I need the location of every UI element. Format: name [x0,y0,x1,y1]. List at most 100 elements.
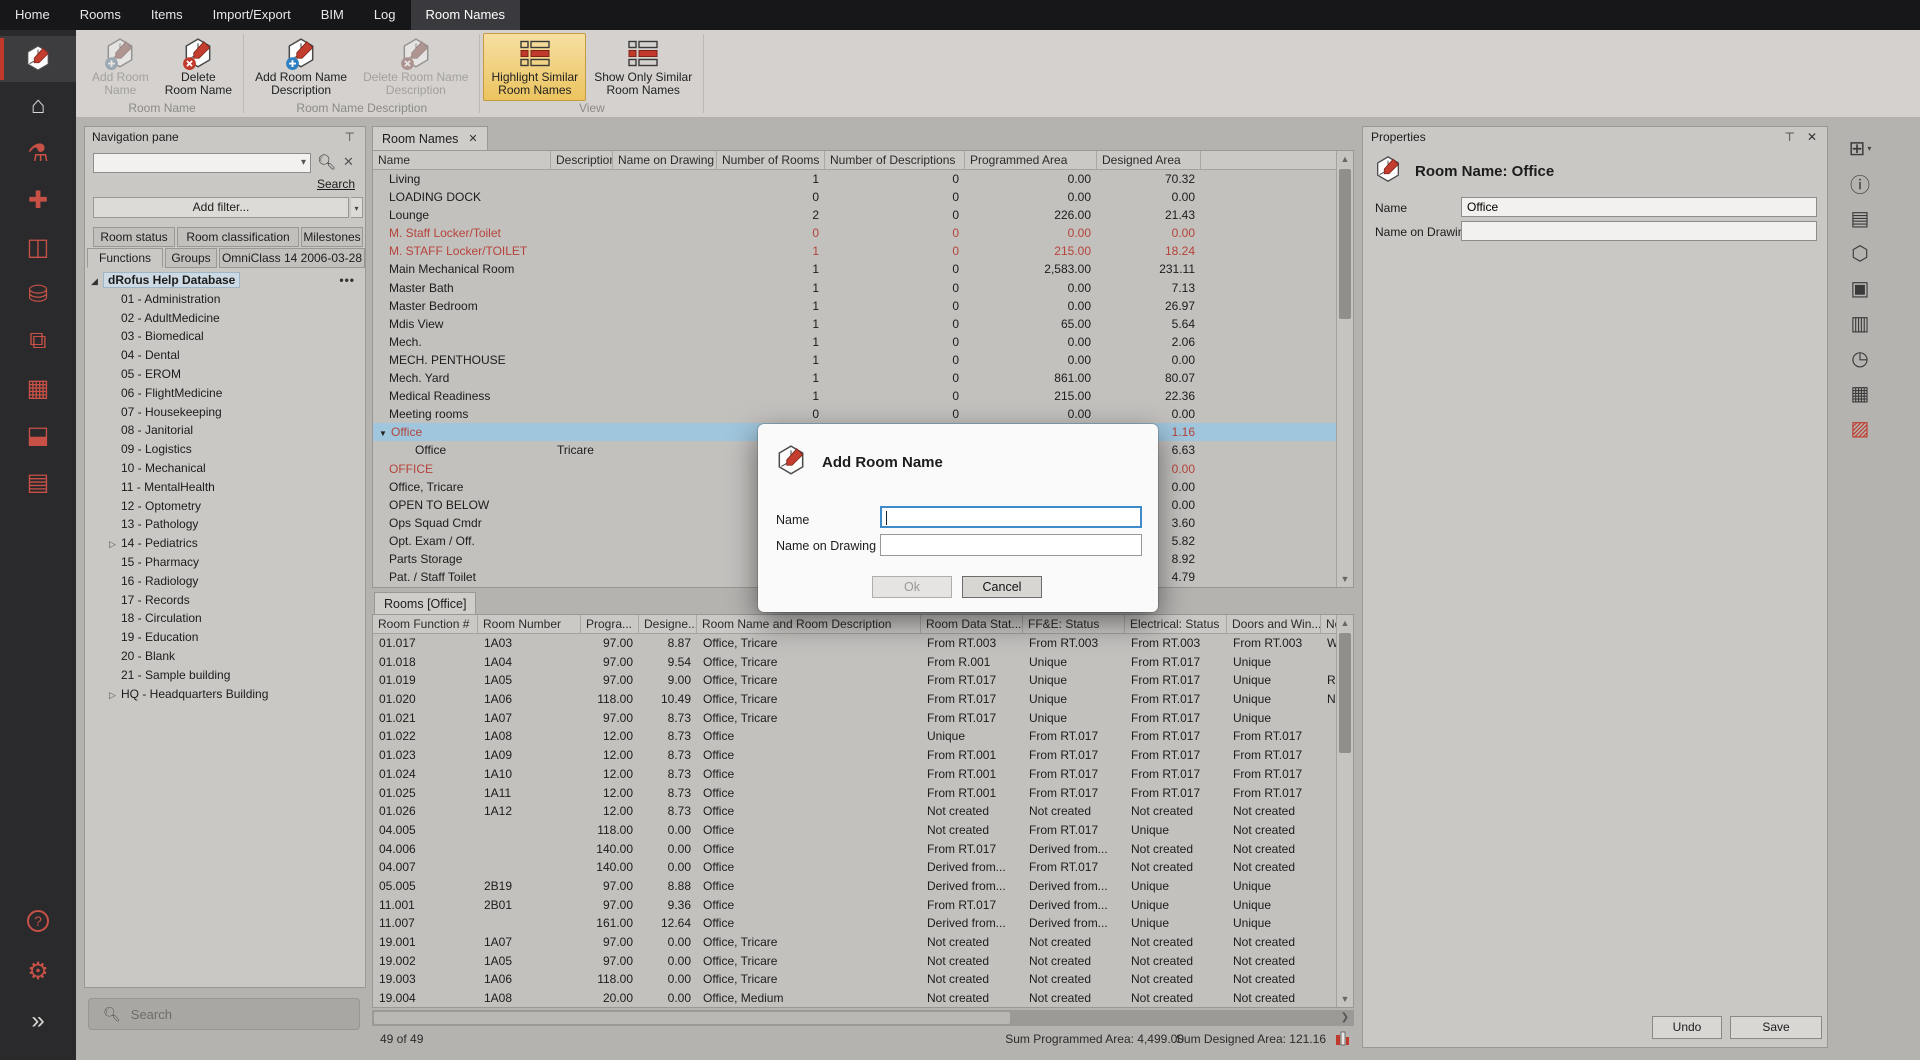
tree-item-01-administration[interactable]: 01 - Administration [85,290,365,309]
table-row[interactable]: Master Bath100.007.13 [373,279,1353,297]
table-row[interactable]: 01.0251A1112.008.73OfficeFrom RT.001From… [373,784,1353,803]
column-header-doors-and-win[interactable]: Doors and Win... [1227,615,1321,633]
menu-item-import-export[interactable]: Import/Export [198,0,306,30]
tree-item-12-optometry[interactable]: 12 - Optometry [85,497,365,516]
add-filter-caret-icon[interactable]: ▾ [351,197,363,218]
tree-item-14-pediatrics[interactable]: ▷14 - Pediatrics [85,534,365,553]
column-header-progra[interactable]: Progra... [581,615,639,633]
table-row[interactable]: Living100.0070.32 [373,170,1353,188]
column-header-name[interactable]: Name [373,151,551,169]
scroll-up-icon[interactable]: ▲ [1337,615,1353,631]
tab-rooms-office[interactable]: Rooms [Office] [374,592,476,614]
scrollbar-thumb[interactable] [1339,633,1351,753]
buildings-icon[interactable]: ⌂ [0,83,76,129]
archive-icon[interactable]: ⬓ [0,412,76,458]
menu-item-items[interactable]: Items [136,0,198,30]
horizontal-scrollbar[interactable]: ❯ [372,1010,1354,1026]
clear-search-icon[interactable]: ✕ [343,154,354,170]
medical-icon[interactable]: ✚ [0,177,76,223]
model-icon[interactable]: ⬡ [1842,237,1878,269]
table-row[interactable]: 19.0021A0597.000.00Office, TricareNot cr… [373,952,1353,971]
column-header-number-of-rooms[interactable]: Number of Rooms [717,151,825,169]
tree-item-07-housekeeping[interactable]: 07 - Housekeeping [85,403,365,422]
search-link[interactable]: Search [317,177,355,191]
ok-button[interactable]: Ok [872,576,952,598]
settings-gear-icon[interactable]: ⚙ [0,948,76,994]
tree-root[interactable]: ◢dRofus Help Database••• [85,271,365,290]
column-header-ff-e-status[interactable]: FF&E: Status [1023,615,1125,633]
column-header-designed-area[interactable]: Designed Area [1097,151,1201,169]
tree-item-03-biomedical[interactable]: 03 - Biomedical [85,327,365,346]
table-row[interactable]: 01.0221A0812.008.73OfficeUniqueFrom RT.0… [373,727,1353,746]
table-row[interactable]: 19.0031A06118.000.00Office, TricareNot c… [373,970,1353,989]
tree-item-17-records[interactable]: 17 - Records [85,591,365,610]
scroll-down-icon[interactable]: ▼ [1337,571,1353,587]
chart-icon[interactable]: ▦ [1842,377,1878,409]
rooms-table-scrollbar[interactable]: ▲ ▼ [1336,615,1353,1007]
table-row[interactable]: Medical Readiness10215.0022.36 [373,387,1353,405]
dialog-name-input[interactable] [880,506,1142,528]
add-filter-button[interactable]: Add filter... [93,197,349,218]
building-blocks-icon[interactable]: ▦ [0,365,76,411]
column-header-room-number[interactable]: Room Number [478,615,581,633]
show-only-similar-room-names-button[interactable]: Show Only Similar Room Names [586,33,700,101]
menu-item-log[interactable]: Log [359,0,411,30]
scroll-up-icon[interactable]: ▲ [1337,151,1353,167]
more-options-icon[interactable]: ••• [339,271,355,290]
tree-item-10-mechanical[interactable]: 10 - Mechanical [85,459,365,478]
tree-item-19-education[interactable]: 19 - Education [85,628,365,647]
name-on-drawing-field[interactable] [1461,221,1817,241]
table-row[interactable]: Master Bedroom100.0026.97 [373,297,1353,315]
table-row[interactable]: 04.005118.000.00OfficeNot createdFrom RT… [373,821,1353,840]
cancel-button[interactable]: Cancel [962,576,1042,598]
table-row[interactable]: 01.0201A06118.0010.49Office, TricareFrom… [373,690,1353,709]
delete-room-name-description-button[interactable]: Delete Room Name Description [355,33,476,101]
column-header-name-on-drawing[interactable]: Name on Drawing [613,151,717,169]
table-row[interactable]: M. Staff Locker/Toilet000.000.00 [373,224,1353,242]
dialog-name-on-drawing-input[interactable] [880,534,1142,556]
tree-item-16-radiology[interactable]: 16 - Radiology [85,572,365,591]
table-row[interactable]: 19.0011A0797.000.00Office, TricareNot cr… [373,933,1353,952]
info-icon[interactable]: ⓘ [1842,167,1878,199]
highlight-similar-room-names-button[interactable]: Highlight Similar Room Names [483,33,586,101]
tree-item-02-adultmedicine[interactable]: 02 - AdultMedicine [85,309,365,328]
delete-room-name-button[interactable]: Delete Room Name [157,33,240,101]
tree-item-hq-headquarters-building[interactable]: ▷HQ - Headquarters Building [85,685,365,704]
column-header-description[interactable]: Description [551,151,613,169]
column-header-room-function[interactable]: Room Function # [373,615,478,633]
lab-icon[interactable]: ⚗ [0,130,76,176]
column-header-designe[interactable]: Designe... [639,615,697,633]
expander-closed-icon[interactable]: ▷ [109,686,121,705]
table-row[interactable]: 01.0241A1012.008.73OfficeFrom RT.001From… [373,765,1353,784]
close-icon[interactable]: ✕ [1807,130,1817,144]
nav-tab-omniclass-14-2006-03-28[interactable]: OmniClass 14 2006-03-28 [219,248,365,268]
nav-tab-functions[interactable]: Functions [87,248,163,268]
tree-item-08-janitorial[interactable]: 08 - Janitorial [85,421,365,440]
name-field[interactable] [1461,197,1817,217]
menu-item-rooms[interactable]: Rooms [65,0,136,30]
table-row[interactable]: 19.0041A0820.000.00Office, MediumNot cre… [373,989,1353,1008]
log-book-icon[interactable]: ▤ [0,459,76,505]
nav-search-combo[interactable]: ▾ [93,153,311,173]
save-button[interactable]: Save [1730,1016,1822,1039]
tree-item-18-circulation[interactable]: 18 - Circulation [85,609,365,628]
column-header-room-data-stat[interactable]: Room Data Stat... [921,615,1023,633]
table-row[interactable]: 04.006140.000.00OfficeFrom RT.017Derived… [373,840,1353,859]
tree-item-11-mentalhealth[interactable]: 11 - MentalHealth [85,478,365,497]
door-icon[interactable]: ◫ [0,224,76,270]
column-header-no[interactable]: No [1321,615,1337,633]
table-row[interactable]: Mech.100.002.06 [373,333,1353,351]
scroll-right-icon[interactable]: ❯ [1338,1010,1352,1026]
pin-icon[interactable]: ⊤ [1785,130,1795,144]
menu-item-home[interactable]: Home [0,0,65,30]
tree-item-09-logistics[interactable]: 09 - Logistics [85,440,365,459]
column-header-room-name-and-room-description[interactable]: Room Name and Room Description [697,615,921,633]
expander-open-icon[interactable]: ◢ [91,272,103,291]
column-header-filler[interactable] [1201,151,1337,169]
nav-tab-room-status[interactable]: Room status [93,227,175,247]
table-row[interactable]: MECH. PENTHOUSE100.000.00 [373,351,1353,369]
menu-item-room-names[interactable]: Room Names [411,0,520,30]
undo-button[interactable]: Undo [1652,1016,1722,1039]
table-row[interactable]: Meeting rooms000.000.00 [373,405,1353,423]
table-row[interactable]: Mdis View1065.005.64 [373,315,1353,333]
